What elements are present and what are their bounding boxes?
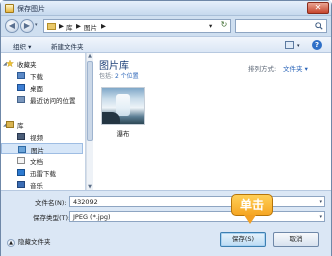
sidebar-item-label: 库: [17, 122, 24, 130]
download-folder-icon: [17, 72, 25, 79]
filetype-value: JPEG (*.jpg): [73, 213, 111, 221]
sidebar-item-label: 迅雷下载: [30, 170, 56, 178]
sidebar-item-label: 桌面: [30, 85, 43, 93]
library-title: 图片库: [99, 61, 129, 72]
cancel-button[interactable]: 取消: [273, 232, 319, 247]
file-list-pane: 图片库 包括: 2 个位置 排列方式: 文件夹 ▾ 瀑布: [93, 53, 331, 190]
sidebar-item-label: 收藏夹: [17, 61, 37, 69]
back-button[interactable]: ◀: [5, 19, 19, 33]
filename-dropdown-icon[interactable]: ▾: [319, 199, 322, 205]
dialog-footer: ▲ 隐藏文件夹 保存(S) 取消: [1, 226, 331, 256]
click-annotation-callout: 单击: [231, 194, 273, 216]
breadcrumb-separator: ▶: [76, 22, 81, 30]
filename-label: 文件名(N):: [35, 199, 67, 207]
new-folder-button[interactable]: 新建文件夹: [51, 41, 84, 51]
organize-button[interactable]: 组织 ▾: [13, 41, 31, 51]
libraries-icon: [6, 121, 14, 128]
sidebar-item-favorites[interactable]: ◢ 收藏夹: [1, 58, 83, 69]
library-locations: 包括: 2 个位置: [99, 71, 139, 80]
sidebar-item-label: 最近访问的位置: [30, 97, 76, 105]
sidebar-item-recent-places[interactable]: 最近访问的位置: [1, 94, 83, 105]
save-button[interactable]: 保存(S): [220, 232, 266, 247]
library-locations-link[interactable]: 2 个位置: [115, 73, 139, 80]
breadcrumb-separator: ▶: [59, 22, 64, 30]
save-image-dialog: 保存图片 ✕ ◀ ▶ ▾ ▶ 库 ▶ 图片 ▶ ▾ ↻ 组织 ▾ 新建文件夹 ▾…: [0, 0, 332, 256]
video-icon: [17, 133, 25, 140]
filename-value: 432092: [73, 198, 98, 206]
sidebar-item-label: 图片: [31, 147, 44, 155]
arrange-by-dropdown[interactable]: 文件夹 ▾: [283, 63, 308, 73]
command-bar: 组织 ▾ 新建文件夹 ▾ ?: [1, 36, 331, 53]
help-icon[interactable]: ?: [312, 40, 322, 50]
star-icon: [6, 60, 14, 67]
save-form: 文件名(N): 432092 ▾ 保存类型(T): JPEG (*.jpg) ▾: [1, 190, 331, 226]
sidebar-item-thunder-downloads[interactable]: 迅雷下载: [1, 167, 83, 178]
arrange-by-label: 排列方式:: [248, 65, 277, 73]
address-bar-row: ◀ ▶ ▾ ▶ 库 ▶ 图片 ▶ ▾ ↻: [1, 16, 331, 36]
library-includes-label: 包括:: [99, 73, 114, 80]
collapse-up-icon: ▲: [7, 239, 15, 247]
address-bar[interactable]: ▶ 库 ▶ 图片 ▶ ▾: [43, 19, 231, 33]
waterfall-graphic: [116, 94, 130, 116]
music-icon: [17, 181, 25, 188]
sidebar-item-label: 文档: [30, 158, 43, 166]
sidebar-item-videos[interactable]: 视频: [1, 131, 83, 142]
sidebar-item-pictures[interactable]: 图片: [1, 143, 83, 155]
thunder-download-icon: [17, 169, 25, 176]
recent-pages-dropdown[interactable]: ▾: [35, 22, 38, 28]
search-input[interactable]: [235, 19, 327, 33]
change-view-icon[interactable]: [285, 41, 294, 49]
title-bar: 保存图片 ✕: [1, 1, 331, 16]
breadcrumb-separator: ▶: [101, 22, 106, 30]
close-button[interactable]: ✕: [307, 2, 329, 14]
sidebar-item-label: 下载: [30, 73, 43, 81]
sidebar-item-downloads[interactable]: 下载: [1, 70, 83, 81]
sidebar-item-label: 音乐: [30, 182, 43, 190]
filename-field[interactable]: 432092 ▾: [69, 196, 325, 207]
documents-icon: [17, 157, 25, 164]
file-name-label: 瀑布: [116, 130, 130, 138]
hide-folders-toggle[interactable]: ▲ 隐藏文件夹: [7, 236, 51, 247]
callout-pointer: [244, 215, 256, 224]
sidebar-item-label: 视频: [30, 134, 43, 142]
file-item-waterfall[interactable]: 瀑布: [99, 87, 147, 139]
search-icon: [315, 22, 323, 30]
hide-folders-label: 隐藏文件夹: [18, 238, 51, 246]
image-thumbnail: [101, 87, 145, 125]
filetype-dropdown-icon[interactable]: ▾: [319, 214, 322, 220]
desktop-icon: [17, 84, 25, 91]
folder-icon: [47, 23, 56, 30]
window-title: 保存图片: [17, 5, 45, 13]
filetype-label: 保存类型(T):: [33, 214, 71, 222]
pictures-icon: [18, 146, 26, 153]
dialog-icon: [5, 4, 14, 13]
navigation-pane: ◢ 收藏夹 下载 桌面 最近访问的位置 ◢ 库 视频 图片 文档 迅雷下载 音乐: [1, 53, 86, 190]
sidebar-item-libraries[interactable]: ◢ 库: [1, 119, 83, 130]
navigation-scrollbar[interactable]: ▲ ▼: [86, 53, 93, 190]
filetype-select[interactable]: JPEG (*.jpg) ▾: [69, 211, 325, 222]
rock-graphic: [102, 112, 120, 124]
breadcrumb-libraries[interactable]: 库: [66, 22, 73, 32]
forward-button[interactable]: ▶: [20, 19, 34, 33]
breadcrumb-pictures[interactable]: 图片: [84, 22, 97, 32]
refresh-button[interactable]: ↻: [218, 20, 230, 30]
sidebar-item-desktop[interactable]: 桌面: [1, 82, 83, 93]
recent-places-icon: [17, 96, 25, 103]
address-dropdown-icon[interactable]: ▾: [209, 22, 212, 30]
view-dropdown-icon[interactable]: ▾: [297, 43, 300, 49]
sidebar-item-music[interactable]: 音乐: [1, 179, 83, 190]
sidebar-item-documents[interactable]: 文档: [1, 155, 83, 166]
